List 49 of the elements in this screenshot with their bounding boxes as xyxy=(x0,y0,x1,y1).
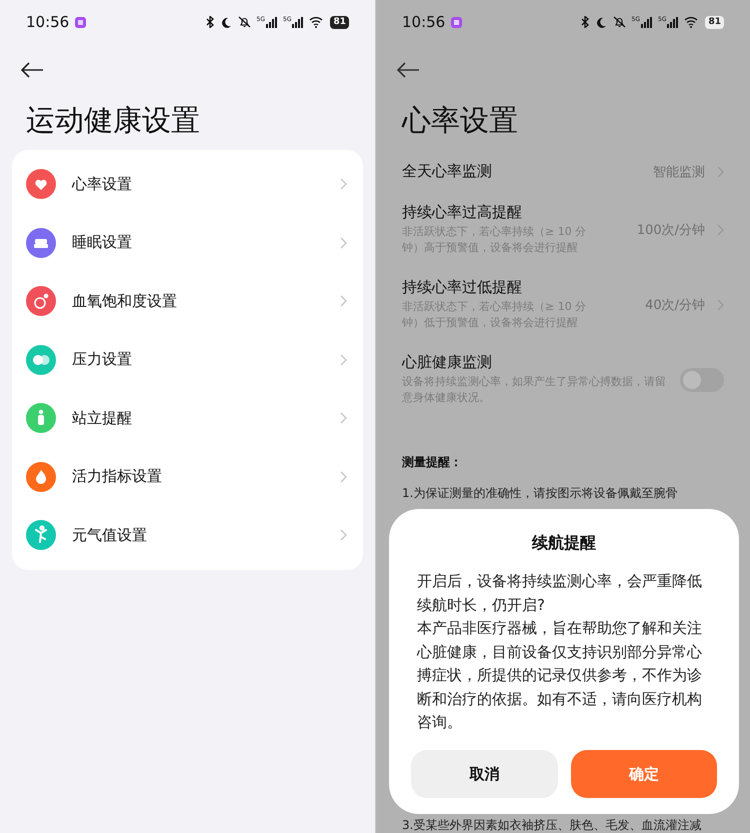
chevron-icon xyxy=(340,470,347,483)
chevron-icon xyxy=(340,529,347,542)
dialog-text: 开启后，设备将持续监测心率，会严重降低续航时长，仍开启? xyxy=(417,571,703,616)
dialog-title: 续航提醒 xyxy=(532,533,596,554)
note-text: 1.为保证测量的准确性，请按图示将设备佩戴至腕骨 xyxy=(402,485,678,502)
moon-icon xyxy=(220,16,232,28)
setting-title: 持续心率过低提醒 xyxy=(402,278,523,297)
battery-icon: 81 xyxy=(330,16,349,28)
settings-item[interactable]: 心率设置 xyxy=(12,155,363,214)
signal-icon xyxy=(641,16,652,28)
settings-item[interactable]: 元气值设置 xyxy=(12,506,363,564)
signal-icon xyxy=(266,16,277,28)
setting-title: 全天心率监测 xyxy=(402,162,493,181)
setting-title: 心脏健康监测 xyxy=(402,353,493,372)
chevron-icon xyxy=(717,166,724,178)
chevron-icon xyxy=(340,412,347,424)
status-time: 10:56 xyxy=(26,13,70,31)
page-title: 运动健康设置 xyxy=(26,102,201,139)
status-time: 10:56 xyxy=(402,13,446,31)
chevron-icon xyxy=(340,178,347,190)
chevron-icon xyxy=(717,298,724,310)
app-icon xyxy=(75,16,86,28)
cancel-button[interactable]: 取消 xyxy=(411,750,558,798)
muted-bell-icon xyxy=(612,16,626,28)
settings-item[interactable]: 站立提醒 xyxy=(12,389,363,448)
chevron-icon xyxy=(717,224,724,236)
signal-icon xyxy=(667,16,678,28)
chevron-icon xyxy=(340,236,347,249)
app-icon xyxy=(451,16,462,28)
dialog-text: 本产品非医疗器械，旨在帮助您了解和关注心脏健康，目前设备仅支持识别部分异常心搏症状，所提供的记录仅供参考，不作为诊断和治疗的依据。如有不适，请向医疗机构咨询。 xyxy=(417,618,703,733)
wifi-icon xyxy=(684,16,700,28)
setting-title: 持续心率过高提醒 xyxy=(402,203,523,222)
wifi-icon xyxy=(309,16,324,28)
settings-item[interactable]: 活力指标设置 xyxy=(12,448,363,506)
chevron-icon xyxy=(340,354,347,366)
signal-icon xyxy=(292,16,304,28)
muted-bell-icon xyxy=(238,16,251,28)
moon-icon xyxy=(596,16,607,28)
notes-heading: 测量提醒： xyxy=(402,454,463,471)
chevron-icon xyxy=(340,295,347,308)
bluetooth-icon xyxy=(580,16,590,28)
page-title: 心率设置 xyxy=(402,102,519,139)
settings-item[interactable]: 睡眠设置 xyxy=(12,214,363,272)
note-text: 3.受某些外界因素如衣袖挤压、肤色、毛发、血流灌注减 xyxy=(402,818,702,833)
bluetooth-icon xyxy=(206,16,215,28)
battery-icon: 81 xyxy=(705,16,724,28)
settings-item[interactable]: 压力设置 xyxy=(12,330,363,389)
toggle-switch[interactable] xyxy=(680,368,724,392)
settings-item[interactable]: 血氧饱和度设置 xyxy=(12,272,363,330)
